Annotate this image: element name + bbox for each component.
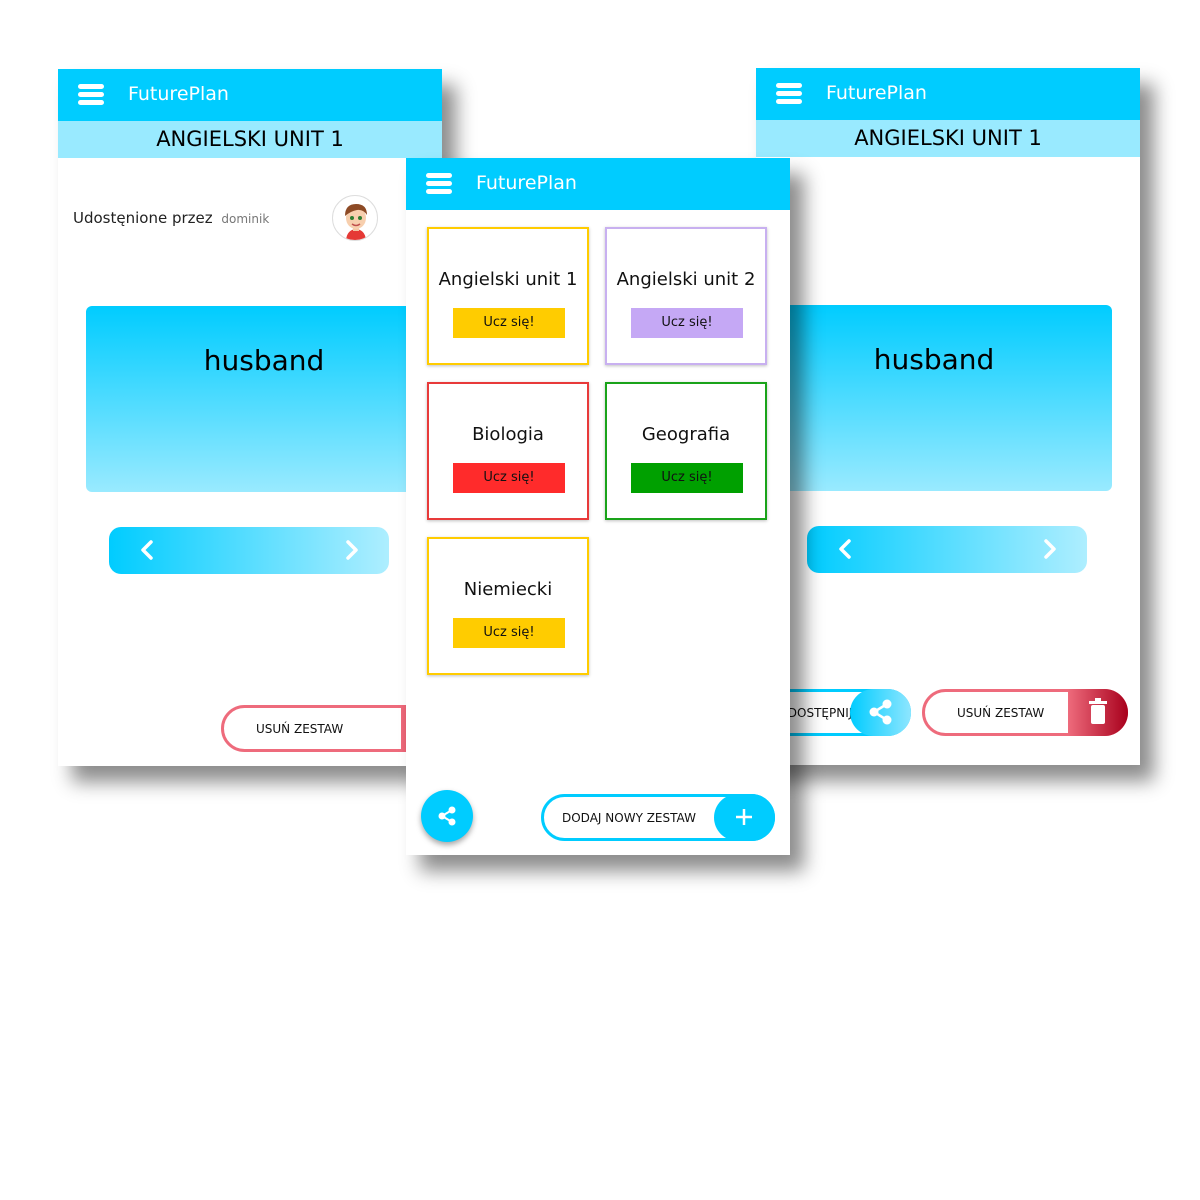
- trash-icon: [1089, 698, 1107, 724]
- shared-by-row: Udostęnione przez dominik: [73, 209, 269, 227]
- flashcard[interactable]: husband: [756, 305, 1112, 491]
- chevron-left-icon[interactable]: [835, 538, 857, 560]
- set-card-name: Geografia: [641, 424, 731, 445]
- share-set-cap: [850, 689, 911, 736]
- shared-by-user[interactable]: dominik: [221, 212, 269, 226]
- add-set-cap: [714, 794, 775, 841]
- flashcard-word: husband: [873, 343, 995, 376]
- app-title: FuturePlan: [476, 172, 577, 194]
- learn-button[interactable]: Ucz się!: [453, 618, 565, 648]
- avatar[interactable]: [332, 195, 378, 241]
- set-card[interactable]: Niemiecki Ucz się!: [427, 537, 589, 675]
- set-title: ANGIELSKI UNIT 1: [756, 120, 1140, 157]
- flashcard-word: husband: [203, 344, 325, 377]
- flashcard[interactable]: husband: [86, 306, 442, 492]
- delete-set-label: USUŃ ZESTAW: [256, 722, 344, 736]
- chevron-left-icon[interactable]: [137, 539, 159, 561]
- learn-button[interactable]: Ucz się!: [453, 308, 565, 338]
- menu-icon[interactable]: [78, 84, 104, 105]
- chevron-right-icon[interactable]: [340, 539, 362, 561]
- avatar-boy-icon: [345, 204, 367, 240]
- share-icon: [438, 806, 456, 826]
- card-navigation: [807, 526, 1087, 573]
- delete-set-label: USUŃ ZESTAW: [957, 706, 1045, 720]
- delete-set-cap: [1068, 689, 1128, 736]
- add-set-button[interactable]: DODAJ NOWY ZESTAW: [541, 794, 775, 841]
- set-card-name: Biologia: [472, 424, 544, 445]
- set-card-name: Angielski unit 1: [438, 269, 578, 290]
- set-card[interactable]: Angielski unit 2 Ucz się!: [605, 227, 767, 365]
- menu-icon[interactable]: [426, 173, 452, 194]
- flashcard-screen-left: FuturePlan ANGIELSKI UNIT 1 Udostęnione …: [58, 69, 442, 766]
- set-title: ANGIELSKI UNIT 1: [58, 121, 442, 158]
- share-icon: [869, 699, 892, 725]
- delete-set-button[interactable]: USUŃ ZESTAW: [922, 689, 1128, 736]
- card-navigation: [109, 527, 389, 574]
- sets-list-screen: FuturePlan Angielski unit 1 Ucz się! Ang…: [406, 158, 790, 855]
- plus-icon: [736, 809, 752, 825]
- app-title: FuturePlan: [128, 83, 229, 105]
- app-title: FuturePlan: [826, 82, 927, 104]
- app-bar: FuturePlan: [58, 69, 442, 121]
- flashcard-screen-right: FuturePlan ANGIELSKI UNIT 1 husband UDOS…: [756, 68, 1140, 765]
- learn-button[interactable]: Ucz się!: [631, 463, 743, 493]
- shared-by-label: Udostęnione przez: [73, 209, 213, 227]
- chevron-right-icon[interactable]: [1038, 538, 1060, 560]
- set-card-name: Angielski unit 2: [616, 269, 756, 290]
- set-card[interactable]: Angielski unit 1 Ucz się!: [427, 227, 589, 365]
- set-card[interactable]: Geografia Ucz się!: [605, 382, 767, 520]
- set-card[interactable]: Biologia Ucz się!: [427, 382, 589, 520]
- share-fab-button[interactable]: [421, 790, 473, 842]
- menu-icon[interactable]: [776, 83, 802, 104]
- learn-button[interactable]: Ucz się!: [453, 463, 565, 493]
- app-bar: FuturePlan: [406, 158, 790, 210]
- learn-button[interactable]: Ucz się!: [631, 308, 743, 338]
- app-bar: FuturePlan: [756, 68, 1140, 120]
- add-set-label: DODAJ NOWY ZESTAW: [562, 811, 696, 825]
- set-card-name: Niemiecki: [463, 579, 553, 600]
